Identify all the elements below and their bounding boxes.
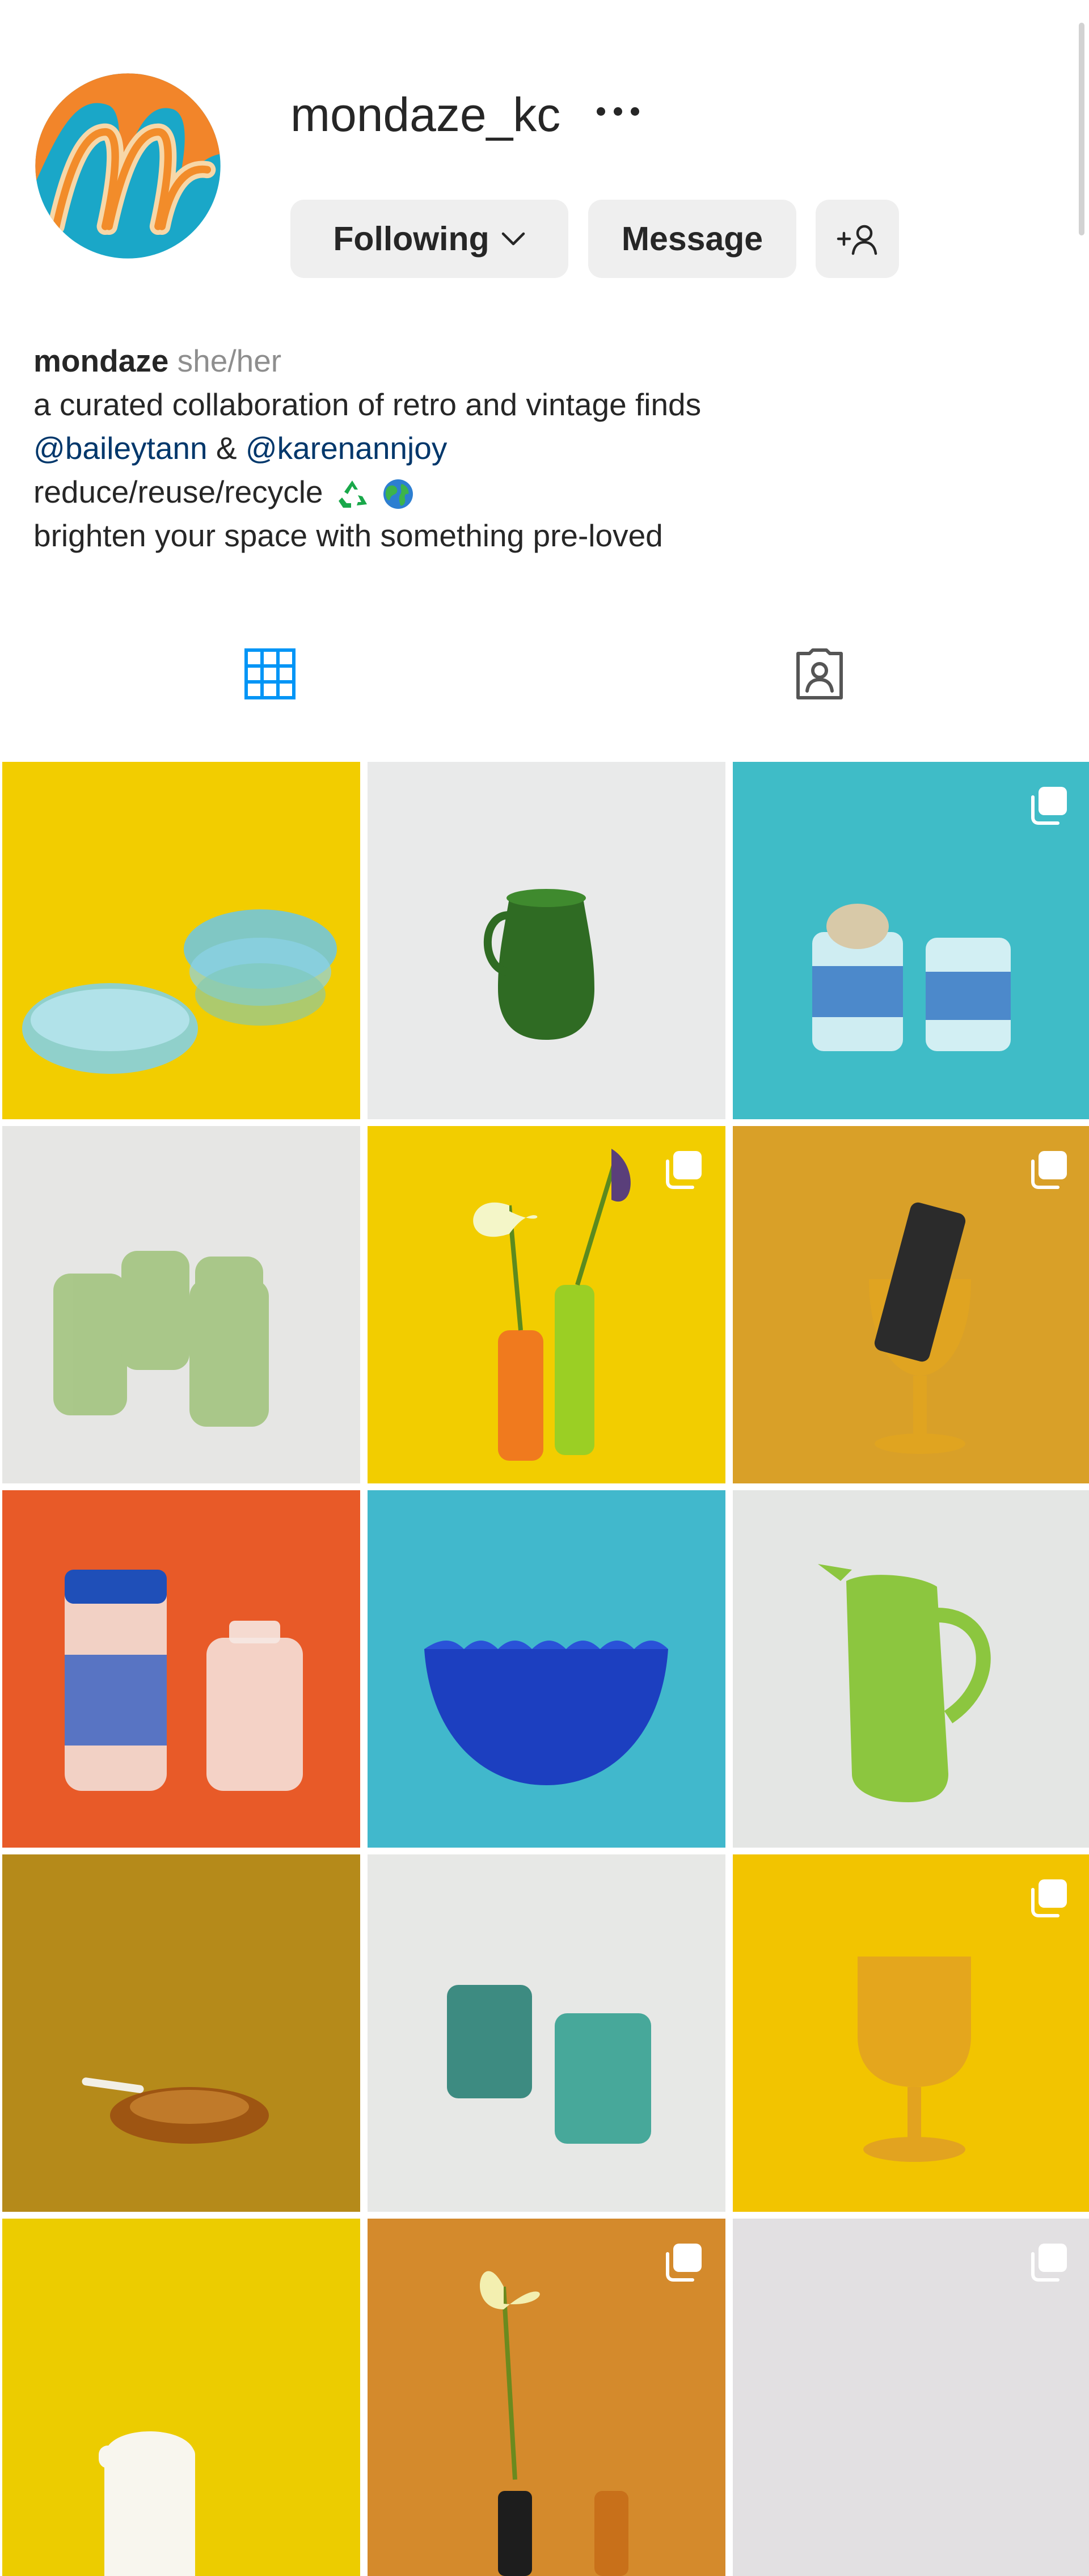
following-button-label: Following xyxy=(333,220,489,258)
post-image xyxy=(2,762,360,1119)
chevron-down-icon xyxy=(501,232,525,246)
post-image xyxy=(368,1854,725,2212)
post-tile[interactable] xyxy=(2,1490,360,1848)
post-image xyxy=(368,1490,725,1848)
profile-bio: mondaze she/her a curated collaboration … xyxy=(33,339,701,558)
post-tile[interactable] xyxy=(733,2219,1089,2576)
bio-line-4: brighten your space with something pre-l… xyxy=(33,518,663,553)
post-tile[interactable] xyxy=(733,1854,1089,2212)
grid-icon[interactable] xyxy=(243,647,297,701)
post-grid xyxy=(2,762,1089,2576)
post-image xyxy=(2,2219,360,2576)
bio-pronouns: she/her xyxy=(177,343,282,378)
post-image xyxy=(2,1854,360,2212)
add-user-button[interactable] xyxy=(816,200,899,278)
message-button-label: Message xyxy=(621,220,763,258)
multiple-photos-icon xyxy=(666,2244,702,2282)
post-tile[interactable] xyxy=(368,1854,725,2212)
multiple-photos-icon xyxy=(1031,1151,1067,1189)
following-button[interactable]: Following xyxy=(290,200,568,278)
post-image xyxy=(368,762,725,1119)
post-tile[interactable] xyxy=(368,2219,725,2576)
profile-avatar[interactable] xyxy=(33,71,222,260)
multiple-photos-icon xyxy=(1031,1879,1067,1917)
multiple-photos-icon xyxy=(666,1151,702,1189)
profile-username: mondaze_kc xyxy=(290,88,561,141)
bio-line-2: @baileytann & @karenannjoy xyxy=(33,427,701,470)
scrollbar[interactable] xyxy=(1079,23,1084,235)
post-tile[interactable] xyxy=(733,1490,1089,1848)
bio-display-name: mondaze xyxy=(33,343,169,378)
post-tile[interactable] xyxy=(368,1126,725,1483)
bio-ampersand: & xyxy=(216,431,237,466)
more-options-icon[interactable] xyxy=(597,100,653,123)
tagged-icon[interactable] xyxy=(792,647,847,701)
post-tile[interactable] xyxy=(2,1126,360,1483)
post-image xyxy=(2,1490,360,1848)
add-user-icon xyxy=(837,225,877,255)
post-tile[interactable] xyxy=(733,762,1089,1119)
post-tile[interactable] xyxy=(368,762,725,1119)
globe-icon xyxy=(383,479,413,509)
message-button[interactable]: Message xyxy=(588,200,796,278)
bio-line-1: a curated collaboration of retro and vin… xyxy=(33,387,702,422)
mention-link-karenannjoy[interactable]: @karenannjoy xyxy=(246,431,448,466)
post-tile[interactable] xyxy=(2,1854,360,2212)
post-tile[interactable] xyxy=(2,2219,360,2576)
post-image xyxy=(733,1490,1089,1848)
post-tile[interactable] xyxy=(2,762,360,1119)
post-image xyxy=(2,1126,360,1483)
multiple-photos-icon xyxy=(1031,2244,1067,2282)
bio-name-line: mondaze she/her xyxy=(33,339,701,383)
bio-line-3-text: reduce/reuse/recycle xyxy=(33,474,323,509)
multiple-photos-icon xyxy=(1031,787,1067,825)
recycle-icon xyxy=(338,480,367,508)
post-tile[interactable] xyxy=(368,1490,725,1848)
mention-link-baileytann[interactable]: @baileytann xyxy=(33,431,208,466)
post-tile[interactable] xyxy=(733,1126,1089,1483)
bio-line-3: reduce/reuse/recycle xyxy=(33,470,701,514)
